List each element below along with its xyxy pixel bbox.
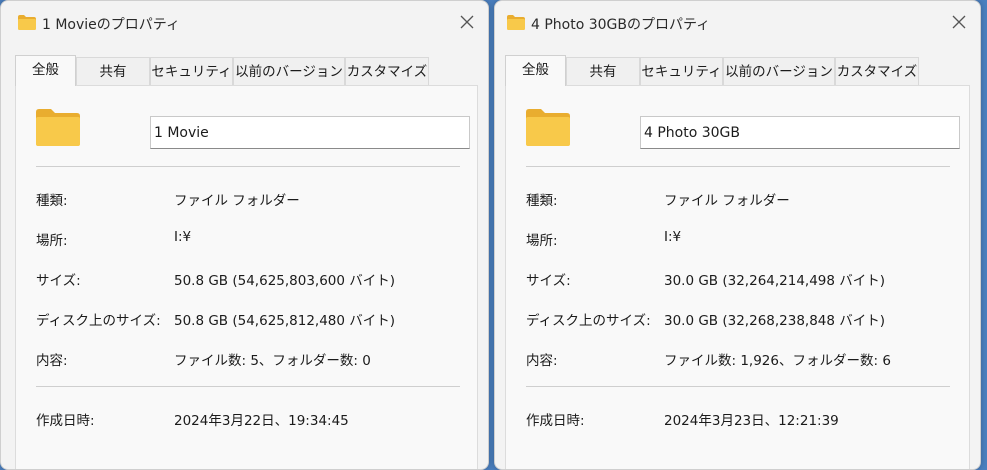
general-panel: 種類: ファイル フォルダー 場所: I:¥ サイズ: 50.8 GB (54,… xyxy=(15,85,478,469)
tab-general[interactable]: 全般 xyxy=(15,55,76,86)
location-label: 場所: xyxy=(36,233,68,249)
contents-label: 内容: xyxy=(36,353,68,369)
folder-name-input[interactable] xyxy=(640,116,960,149)
size-value: 50.8 GB (54,625,803,600 バイト) xyxy=(174,273,396,289)
properties-window-4-photo: 4 Photo 30GBのプロパティ 全般 共有 セキュリティ 以前のバージョン… xyxy=(494,0,981,470)
created-label: 作成日時: xyxy=(526,413,585,429)
size-on-disk-value: 50.8 GB (54,625,812,480 バイト) xyxy=(174,313,396,329)
tab-previous-versions[interactable]: 以前のバージョン xyxy=(723,57,835,85)
type-label: 種類: xyxy=(526,193,558,209)
type-label: 種類: xyxy=(36,193,68,209)
created-value: 2024年3月23日、12:21:39 xyxy=(664,413,839,429)
separator xyxy=(36,386,460,387)
tab-customize[interactable]: カスタマイズ xyxy=(835,57,919,85)
type-value: ファイル フォルダー xyxy=(174,193,300,209)
folder-icon xyxy=(526,109,570,146)
location-value: I:¥ xyxy=(174,229,192,245)
folder-icon xyxy=(18,15,36,30)
contents-value: ファイル数: 5、フォルダー数: 0 xyxy=(174,353,371,369)
tab-general[interactable]: 全般 xyxy=(505,55,566,86)
size-on-disk-label: ディスク上のサイズ: xyxy=(36,313,161,329)
folder-icon xyxy=(36,109,80,146)
separator xyxy=(526,386,950,387)
created-label: 作成日時: xyxy=(36,413,95,429)
contents-value: ファイル数: 1,926、フォルダー数: 6 xyxy=(664,353,891,369)
location-value: I:¥ xyxy=(664,229,682,245)
tab-previous-versions[interactable]: 以前のバージョン xyxy=(233,57,345,85)
created-value: 2024年3月22日、19:34:45 xyxy=(174,413,349,429)
folder-icon xyxy=(507,15,525,30)
tab-sharing[interactable]: 共有 xyxy=(566,57,640,85)
separator xyxy=(36,166,460,167)
tab-sharing[interactable]: 共有 xyxy=(76,57,150,85)
close-icon[interactable] xyxy=(460,15,474,29)
window-title: 4 Photo 30GBのプロパティ xyxy=(531,17,711,33)
size-on-disk-label: ディスク上のサイズ: xyxy=(526,313,651,329)
size-value: 30.0 GB (32,264,214,498 バイト) xyxy=(664,273,886,289)
size-label: サイズ: xyxy=(36,273,81,289)
tab-security[interactable]: セキュリティ xyxy=(150,57,233,85)
size-label: サイズ: xyxy=(526,273,571,289)
separator xyxy=(526,166,950,167)
tab-security[interactable]: セキュリティ xyxy=(640,57,723,85)
window-title: 1 Movieのプロパティ xyxy=(42,17,180,33)
size-on-disk-value: 30.0 GB (32,268,238,848 バイト) xyxy=(664,313,886,329)
tab-customize[interactable]: カスタマイズ xyxy=(345,57,429,85)
title-bar[interactable]: 1 Movieのプロパティ xyxy=(1,1,488,45)
properties-window-1-movie: 1 Movieのプロパティ 全般 共有 セキュリティ 以前のバージョン カスタマ… xyxy=(0,0,489,470)
title-bar[interactable]: 4 Photo 30GBのプロパティ xyxy=(495,1,980,45)
location-label: 場所: xyxy=(526,233,558,249)
type-value: ファイル フォルダー xyxy=(664,193,790,209)
folder-name-input[interactable] xyxy=(150,116,470,149)
general-panel: 種類: ファイル フォルダー 場所: I:¥ サイズ: 30.0 GB (32,… xyxy=(505,85,970,469)
close-icon[interactable] xyxy=(952,15,966,29)
contents-label: 内容: xyxy=(526,353,558,369)
